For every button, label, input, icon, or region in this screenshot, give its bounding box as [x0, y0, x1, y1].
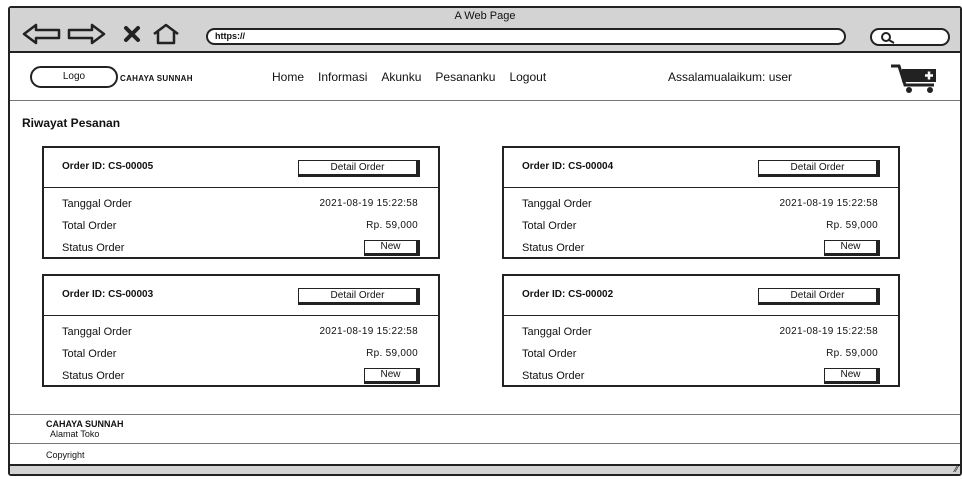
order-card: Order ID: CS-00002 Detail Order Tanggal … [502, 274, 900, 387]
order-total-value: Rp. 59,000 [826, 220, 878, 231]
nav-logout-link[interactable]: Logout [509, 70, 546, 84]
resize-grip-icon[interactable]: ⁄⁄ [955, 465, 958, 474]
footer-info: CAHAYA SUNNAH Alamat Toko [10, 414, 960, 444]
order-card: Order ID: CS-00003 Detail Order Tanggal … [42, 274, 440, 387]
status-badge[interactable]: New [824, 240, 880, 256]
order-card-header: Order ID: CS-00002 Detail Order [504, 276, 898, 316]
url-input[interactable]: https:// [206, 28, 846, 45]
nav-informasi-link[interactable]: Informasi [318, 70, 367, 84]
detail-order-button[interactable]: Detail Order [758, 160, 880, 177]
order-status-label: Status Order [522, 370, 585, 382]
site-footer: CAHAYA SUNNAH Alamat Toko Copyright ⁄⁄ [10, 414, 960, 474]
back-arrow-icon[interactable] [22, 22, 62, 46]
order-id: Order ID: CS-00005 [62, 161, 154, 172]
status-badge[interactable]: New [364, 240, 420, 256]
order-date-value: 2021-08-19 15:22:58 [779, 198, 878, 209]
browser-status-bar: ⁄⁄ [10, 464, 960, 474]
order-total-value: Rp. 59,000 [366, 220, 418, 231]
detail-order-button[interactable]: Detail Order [298, 160, 420, 177]
nav-links: Home Informasi Akunku Pesananku Logout [272, 70, 546, 84]
status-badge[interactable]: New [364, 368, 420, 384]
order-status-label: Status Order [62, 370, 125, 382]
order-status-label: Status Order [62, 242, 125, 254]
order-date-value: 2021-08-19 15:22:58 [319, 326, 418, 337]
order-card: Order ID: CS-00005 Detail Order Tanggal … [42, 146, 440, 259]
status-badge[interactable]: New [824, 368, 880, 384]
detail-order-button[interactable]: Detail Order [758, 288, 880, 305]
nav-akunku-link[interactable]: Akunku [381, 70, 421, 84]
order-status-label: Status Order [522, 242, 585, 254]
footer-copyright: Copyright [46, 450, 85, 460]
footer-brand: CAHAYA SUNNAH [46, 419, 124, 429]
order-status-row: Status Order New [522, 368, 880, 386]
user-greeting: Assalamualaikum: user [668, 70, 793, 84]
order-card-header: Order ID: CS-00005 Detail Order [44, 148, 438, 188]
browser-window: A Web Page https:// Logo CAHAYA SUNNAH H… [8, 6, 962, 476]
order-id: Order ID: CS-00002 [522, 289, 614, 300]
order-date-row: Tanggal Order 2021-08-19 15:22:58 [62, 326, 420, 342]
order-date-label: Tanggal Order [522, 198, 592, 210]
browser-search-field[interactable] [870, 28, 950, 46]
page-title: A Web Page [454, 10, 516, 22]
order-status-row: Status Order New [62, 240, 420, 258]
order-id: Order ID: CS-00004 [522, 161, 614, 172]
order-total-label: Total Order [522, 220, 577, 232]
order-total-label: Total Order [522, 348, 577, 360]
order-date-label: Tanggal Order [62, 198, 132, 210]
cart-icon[interactable] [890, 63, 942, 100]
order-id: Order ID: CS-00003 [62, 289, 154, 300]
order-card-header: Order ID: CS-00004 Detail Order [504, 148, 898, 188]
order-status-row: Status Order New [62, 368, 420, 386]
order-total-row: Total Order Rp. 59,000 [62, 220, 420, 236]
main-content: Riwayat Pesanan Order ID: CS-00005 Detai… [10, 102, 960, 414]
site-navbar: Logo CAHAYA SUNNAH Home Informasi Akunku… [10, 55, 960, 101]
order-total-value: Rp. 59,000 [366, 348, 418, 359]
forward-arrow-icon[interactable] [66, 22, 106, 46]
order-date-value: 2021-08-19 15:22:58 [319, 198, 418, 209]
section-title: Riwayat Pesanan [22, 116, 121, 130]
home-icon[interactable] [152, 22, 180, 46]
detail-order-button[interactable]: Detail Order [298, 288, 420, 305]
order-date-label: Tanggal Order [62, 326, 132, 338]
order-date-row: Tanggal Order 2021-08-19 15:22:58 [522, 198, 880, 214]
nav-pesananku-link[interactable]: Pesananku [435, 70, 495, 84]
order-total-row: Total Order Rp. 59,000 [522, 220, 880, 236]
brand-name: CAHAYA SUNNAH [120, 74, 193, 83]
order-date-row: Tanggal Order 2021-08-19 15:22:58 [522, 326, 880, 342]
order-total-value: Rp. 59,000 [826, 348, 878, 359]
order-date-row: Tanggal Order 2021-08-19 15:22:58 [62, 198, 420, 214]
nav-home-link[interactable]: Home [272, 70, 304, 84]
order-date-label: Tanggal Order [522, 326, 592, 338]
logo[interactable]: Logo [30, 66, 118, 88]
order-total-label: Total Order [62, 348, 117, 360]
order-date-value: 2021-08-19 15:22:58 [779, 326, 878, 337]
search-icon [881, 32, 895, 44]
order-card-header: Order ID: CS-00003 Detail Order [44, 276, 438, 316]
order-card: Order ID: CS-00004 Detail Order Tanggal … [502, 146, 900, 259]
browser-toolbar: A Web Page https:// [10, 8, 960, 53]
order-total-label: Total Order [62, 220, 117, 232]
order-total-row: Total Order Rp. 59,000 [62, 348, 420, 364]
close-icon[interactable] [122, 22, 142, 46]
order-status-row: Status Order New [522, 240, 880, 258]
order-total-row: Total Order Rp. 59,000 [522, 348, 880, 364]
footer-address: Alamat Toko [50, 429, 100, 439]
